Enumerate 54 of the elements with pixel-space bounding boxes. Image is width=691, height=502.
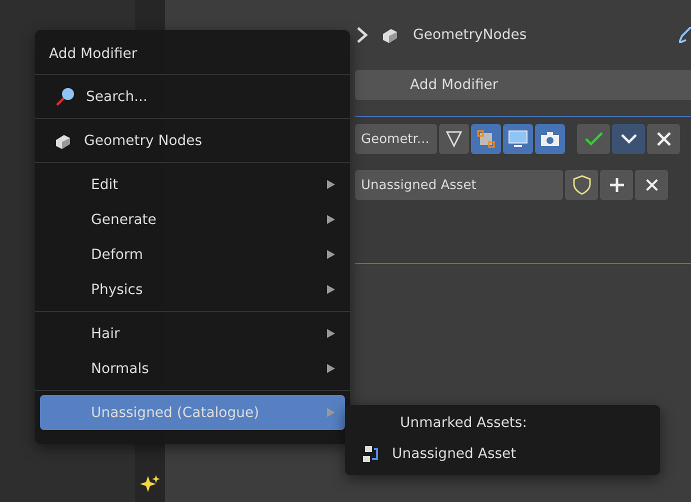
menu-item-label: Search... (86, 88, 148, 104)
menu-item[interactable]: Search... (40, 79, 345, 114)
close-icon (646, 179, 658, 191)
menu-title: Add Modifier (35, 30, 350, 75)
menu-item[interactable]: Edit (40, 167, 345, 202)
submenu-arrow-icon (327, 215, 335, 224)
chevron-down-icon (620, 134, 636, 144)
search-icon (54, 86, 76, 108)
plus-icon (610, 178, 624, 192)
add-modifier-button[interactable]: Add Modifier (355, 70, 691, 100)
close-button[interactable] (647, 124, 680, 154)
menu-item[interactable]: Geometry Nodes (40, 123, 345, 158)
modifier-name-field[interactable]: Geometr... (355, 124, 437, 154)
menu-item-label: Geometry Nodes (84, 132, 204, 148)
submenu-arrow-icon (327, 329, 335, 338)
check-icon (584, 132, 602, 146)
menu-item-label: Unassigned (Catalogue) (91, 404, 260, 420)
menu-item-label: Edit (91, 176, 120, 192)
submenu-heading: Unmarked Assets: (399, 414, 528, 433)
menu-item-label: Deform (91, 246, 144, 262)
menu-item[interactable]: Generate (40, 202, 345, 237)
menu-item[interactable]: Deform (40, 237, 345, 272)
toggle-button[interactable] (471, 124, 501, 154)
fake-user-button[interactable] (565, 170, 598, 200)
menu-item-label: Physics (91, 282, 144, 298)
new-button[interactable] (600, 170, 633, 200)
asset-field[interactable]: Unassigned Asset (355, 170, 563, 200)
submenu-arrow-icon (327, 250, 335, 259)
menu-item-label: Normals (91, 360, 150, 376)
camera-icon (540, 131, 560, 147)
close-icon (656, 132, 670, 146)
sparkle-icon[interactable] (140, 474, 160, 494)
menu-item-label: Hair (91, 326, 121, 342)
submenu-arrow-icon (327, 285, 335, 294)
menu-item[interactable]: Hair (40, 316, 345, 351)
toggle-button[interactable] (503, 124, 533, 154)
menu-item[interactable]: Physics (40, 272, 345, 307)
chevron-icon (355, 27, 369, 43)
dropdown-button[interactable] (612, 124, 645, 154)
shield-icon (572, 175, 590, 195)
mesh-cage-icon (477, 130, 495, 148)
submenu-arrow-icon (327, 408, 335, 417)
vertex-triangle-icon (445, 130, 463, 148)
menu-item-label: Generate (91, 212, 158, 228)
submenu-arrow-icon (327, 180, 335, 189)
toggle-button[interactable] (535, 124, 565, 154)
breadcrumb-label[interactable]: GeometryNodes (413, 27, 667, 43)
unlink-button[interactable] (635, 170, 668, 200)
submenu-item[interactable]: Unassigned Asset (357, 441, 648, 467)
menu-item[interactable]: Normals (40, 351, 345, 386)
submenu-arrow-icon (327, 364, 335, 373)
toggle-button[interactable] (439, 124, 469, 154)
apply-button[interactable] (577, 124, 610, 154)
monitor-icon (508, 130, 528, 148)
